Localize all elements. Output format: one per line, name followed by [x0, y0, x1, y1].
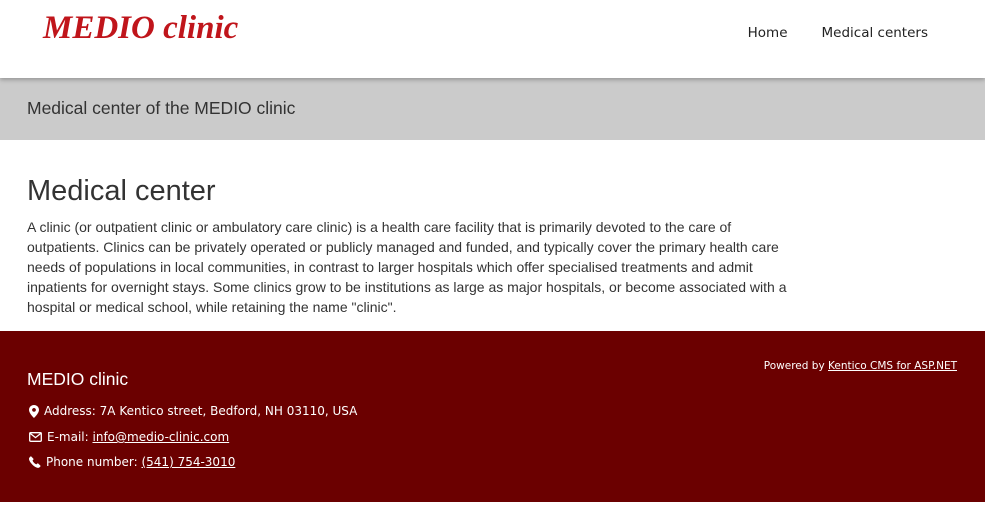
powered-by: Powered by Kentico CMS for ASP.NET	[764, 360, 957, 372]
banner-title: Medical center of the MEDIO clinic	[27, 98, 296, 118]
main-content: Medical center A clinic (or outpatient c…	[27, 173, 807, 317]
map-marker-icon	[29, 404, 39, 418]
page-description: A clinic (or outpatient clinic or ambula…	[27, 219, 787, 315]
site-logo[interactable]: MEDIO clinic	[43, 10, 238, 47]
powered-by-label: Powered by	[763, 360, 825, 372]
page-banner: Medical center of the MEDIO clinic	[0, 78, 985, 140]
site-footer: MEDIO clinic Powered by Kentico CMS for …	[0, 331, 985, 502]
address-value: 7A Kentico street, Bedford, NH 03110, US…	[99, 404, 358, 418]
email-line: E-mail: info@medio-clinic.com	[29, 430, 229, 444]
email-label: E-mail:	[47, 430, 89, 444]
nav-home-link[interactable]: Home	[748, 25, 788, 41]
phone-link[interactable]: (541) 754-3010	[141, 455, 235, 469]
page-title: Medical center	[27, 175, 216, 207]
phone-icon	[29, 456, 41, 468]
main-nav: Home Medical centers	[714, 25, 928, 41]
address-label: Address:	[44, 404, 96, 418]
nav-medical-centers-link[interactable]: Medical centers	[822, 25, 928, 41]
phone-line: Phone number: (541) 754-3010	[29, 455, 235, 469]
footer-brand: MEDIO clinic	[27, 369, 129, 389]
kentico-link[interactable]: Kentico CMS for ASP.NET	[828, 360, 957, 372]
address-line: Address: 7A Kentico street, Bedford, NH …	[29, 404, 357, 418]
phone-label: Phone number:	[46, 455, 138, 469]
site-header: MEDIO clinic Home Medical centers	[0, 0, 985, 78]
email-link[interactable]: info@medio-clinic.com	[93, 430, 230, 444]
envelope-icon	[29, 432, 42, 442]
